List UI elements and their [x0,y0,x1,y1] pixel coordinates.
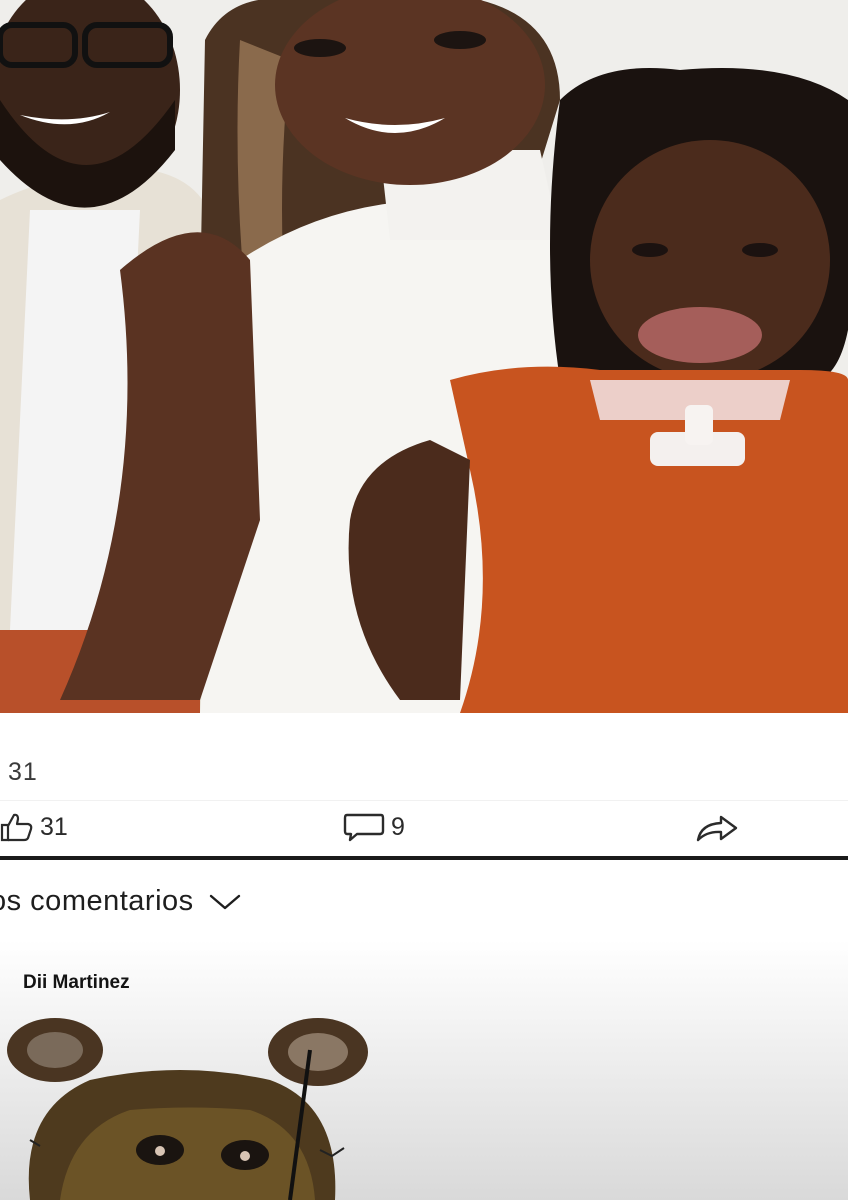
reactions-count[interactable]: 31 [8,758,38,787]
comments-sort-toggle[interactable]: os comentarios [0,885,242,918]
comment-count: 9 [391,812,405,841]
bear-sticker-icon [7,1018,368,1200]
section-divider [0,856,848,860]
share-button[interactable] [695,814,739,842]
post-photo[interactable] [0,0,848,713]
comment-bubble-icon [343,813,385,842]
comment-author[interactable]: Dii Martinez [23,972,130,994]
thumbs-up-icon [0,813,33,842]
summary-separator [0,800,848,801]
like-button[interactable]: 31 [0,812,68,842]
family-photo-illustration [0,0,848,713]
comment-button[interactable]: 9 [343,812,405,842]
like-count: 31 [40,812,68,841]
comment-sticker [0,1010,380,1200]
comments-header-label: os comentarios [0,885,194,917]
chevron-down-icon [209,894,240,909]
share-arrow-icon [696,815,738,842]
